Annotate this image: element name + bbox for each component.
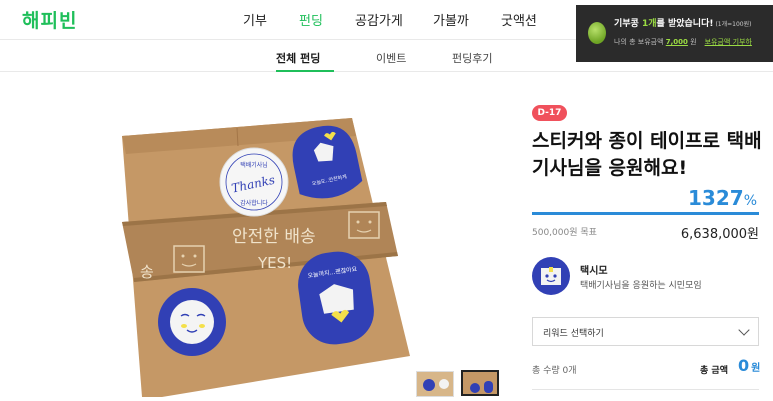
tape-text-safe: 안전한 배송 <box>232 227 316 247</box>
bean-notification: 기부콩 1개를 받았습니다! (1개=100원) 나의 총 보유금액 7,000 … <box>576 5 773 62</box>
logo[interactable]: 해피빈 <box>22 6 77 33</box>
sticker-thanks-bottom: 감사합니다 <box>240 199 268 207</box>
nav-shop[interactable]: 공감가게 <box>355 10 403 29</box>
progress-bar <box>532 212 759 215</box>
total-amount-label: 총 금액 <box>700 366 728 376</box>
notification-title: 기부콩 1개를 받았습니다! (1개=100원) <box>614 19 752 29</box>
notification-balance: 나의 총 보유금액 7,000 원 보유금액 기부하 <box>614 38 752 46</box>
tape-text-left: 송 <box>140 263 154 281</box>
tab-all-funding[interactable]: 전체 펀딩 <box>276 50 320 66</box>
thumbnail-2[interactable] <box>461 370 499 396</box>
progress-bar-fill <box>532 212 759 215</box>
tape-text-yes: YES! <box>257 254 292 272</box>
cardboard-box-image: 안전한 배송 YES! 송 택배기사님 Thanks 감사합니다 오늘도..안전… <box>122 118 410 397</box>
thumbnail-1[interactable] <box>416 371 454 397</box>
reward-select[interactable]: 리워드 선택하기 <box>532 317 759 346</box>
nav-visit[interactable]: 가볼까 <box>433 10 469 29</box>
divider <box>532 389 759 390</box>
funding-raised: 6,638,000원 <box>680 227 759 242</box>
dday-badge: D-17 <box>532 105 567 121</box>
organizer-name[interactable]: 택시모 <box>580 262 608 277</box>
total-quantity: 총 수량 0개 <box>532 366 577 376</box>
tab-event[interactable]: 이벤트 <box>376 50 406 66</box>
tab-funding-review[interactable]: 펀딩후기 <box>452 50 492 66</box>
funding-percent: 1327% <box>688 186 757 210</box>
nav-good-action[interactable]: 굿액션 <box>501 10 537 29</box>
nav-donate[interactable]: 기부 <box>243 10 267 29</box>
sticker-thanks-top: 택배기사님 <box>240 161 268 169</box>
funding-goal: 500,000원 목표 <box>532 228 597 238</box>
reward-select-label: 리워드 선택하기 <box>543 329 604 339</box>
nav-funding[interactable]: 펀딩 <box>299 10 323 29</box>
chevron-down-icon <box>738 324 750 336</box>
organizer-avatar[interactable] <box>532 257 570 295</box>
product-image: 안전한 배송 YES! 송 택배기사님 Thanks 감사합니다 오늘도..안전… <box>26 104 508 397</box>
campaign-title: 스티커와 종이 테이프로 택배기사님을 응원해요! <box>532 130 762 179</box>
active-tab-indicator <box>276 70 334 72</box>
total-amount-value: 0원 <box>738 356 761 375</box>
organizer-description: 택배기사님을 응원하는 시민모임 <box>580 281 702 291</box>
donate-balance-link[interactable]: 보유금액 기부하 <box>705 38 752 46</box>
bean-icon <box>588 22 606 44</box>
organizer-logo <box>541 267 561 285</box>
